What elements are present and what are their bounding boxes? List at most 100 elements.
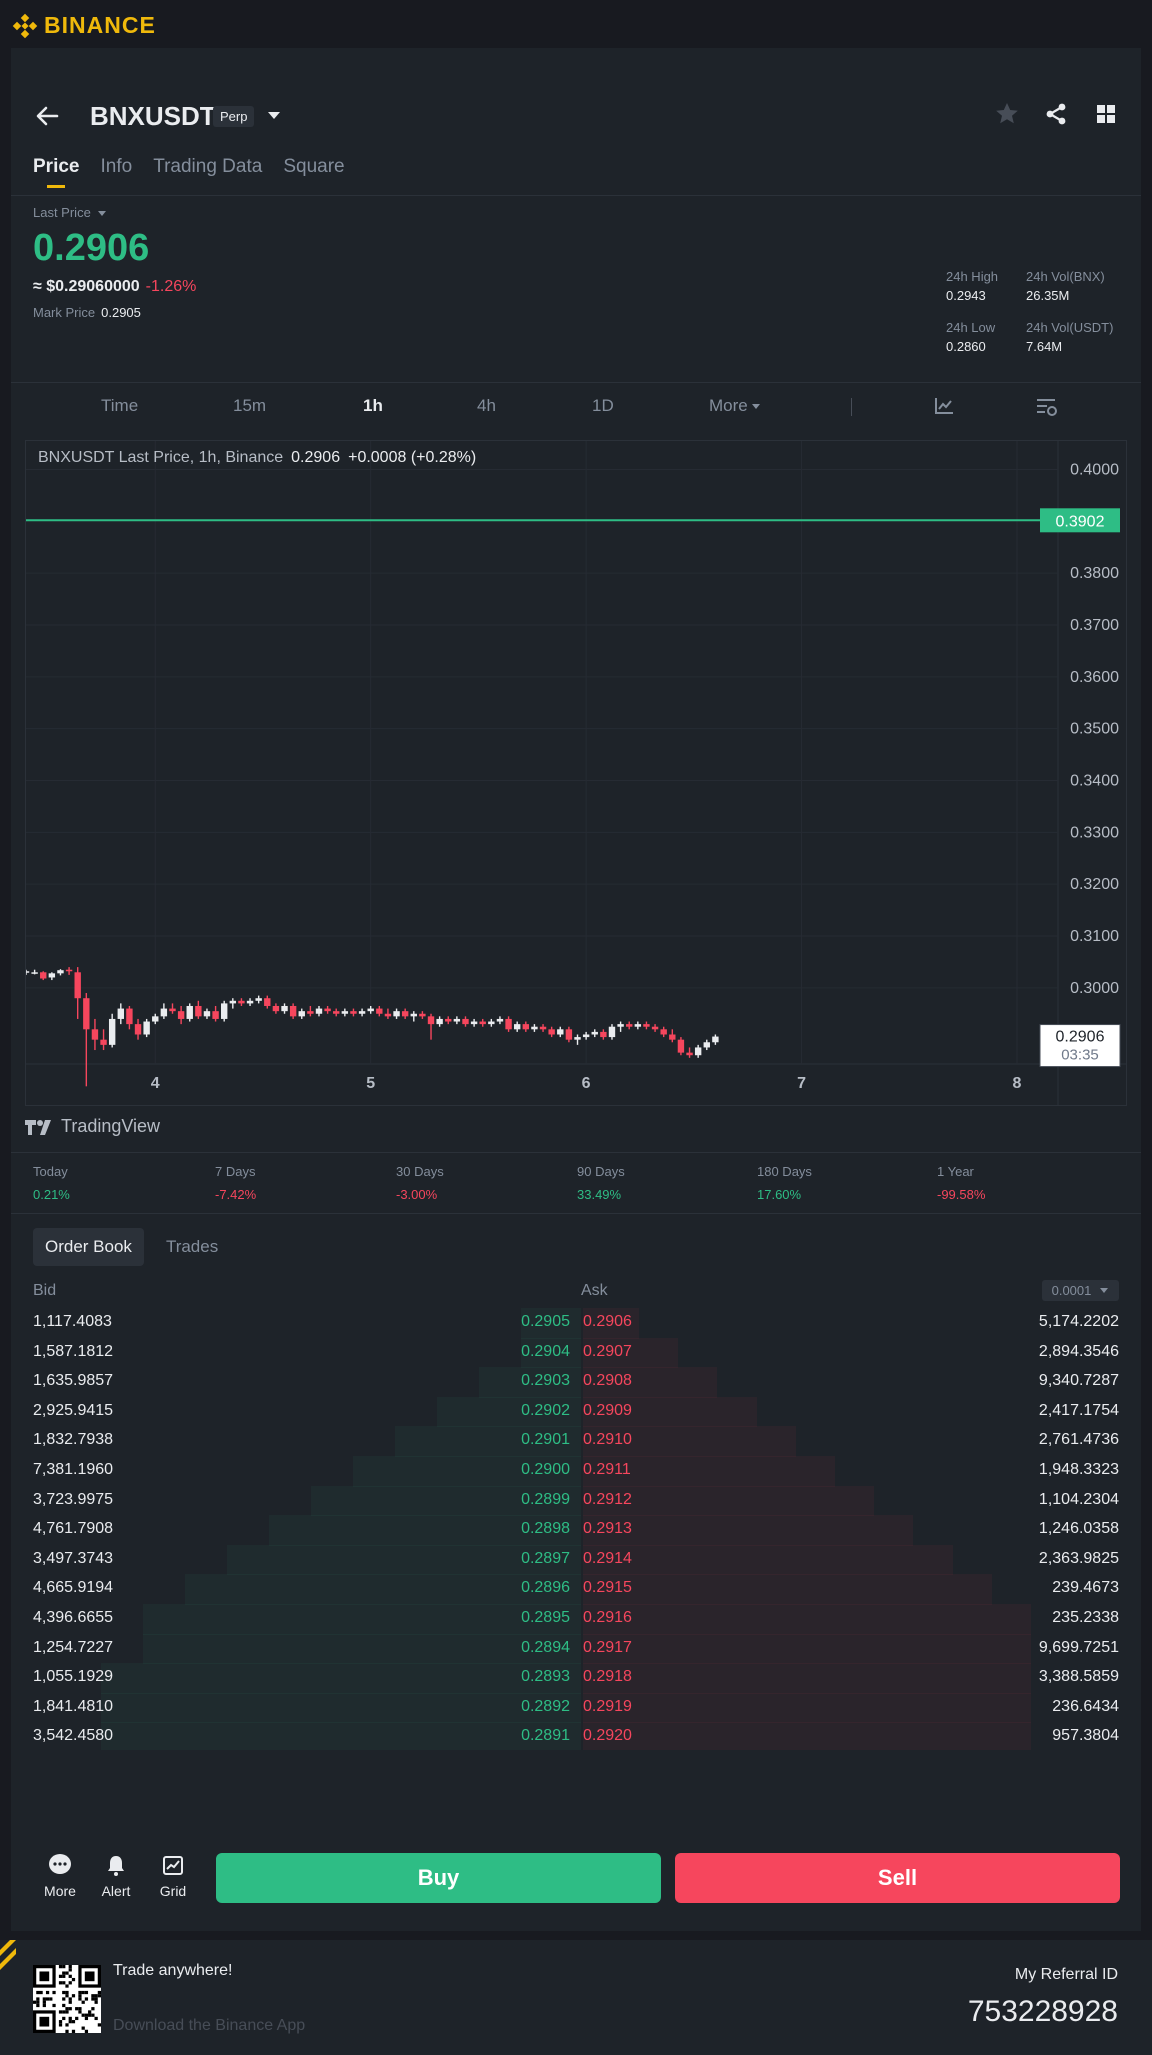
- candle-body: [496, 1018, 504, 1022]
- qr-module: [62, 1974, 66, 1978]
- chart-legend: BNXUSDT Last Price, 1h, Binance 0.2906 +0.…: [38, 449, 476, 467]
- tab-trades[interactable]: Trades: [154, 1228, 230, 1266]
- ask-price[interactable]: 0.2909: [583, 1402, 632, 1420]
- qr-module: [62, 1965, 66, 1969]
- interval-1h[interactable]: 1h: [363, 396, 383, 416]
- bid-quantity: 1,832.7938: [33, 1431, 114, 1449]
- bid-price[interactable]: 0.2903: [521, 1372, 570, 1390]
- ask-quantity: 235.2338: [1052, 1609, 1119, 1626]
- bid-price[interactable]: 0.2891: [521, 1727, 570, 1745]
- tab-info[interactable]: Info: [100, 156, 132, 188]
- qr-module: [94, 2000, 98, 2004]
- tab-trading-data[interactable]: Trading Data: [153, 156, 262, 188]
- ask-price[interactable]: 0.2906: [583, 1313, 632, 1331]
- bid-price[interactable]: 0.2905: [521, 1313, 570, 1331]
- perf-30d: 30 Days -3.00%: [396, 1164, 444, 1202]
- interval-4h[interactable]: 4h: [477, 396, 496, 416]
- ask-price[interactable]: 0.2917: [583, 1639, 632, 1657]
- ask-price[interactable]: 0.2919: [583, 1698, 632, 1716]
- interval-15m[interactable]: 15m: [233, 396, 266, 416]
- back-arrow-icon[interactable]: [33, 102, 61, 130]
- ask-price[interactable]: 0.2920: [583, 1727, 632, 1745]
- bid-price[interactable]: 0.2902: [521, 1402, 570, 1420]
- price-change: -1.26%: [145, 278, 197, 295]
- orderbook-row[interactable]: 3,497.3743 0.2897 0.2914 2,363.9825: [33, 1545, 1119, 1575]
- interval-more[interactable]: More: [709, 396, 761, 416]
- ask-price[interactable]: 0.2918: [583, 1668, 632, 1686]
- bid-price[interactable]: 0.2904: [521, 1343, 570, 1361]
- grid-bot-button[interactable]: Grid: [148, 1853, 198, 1899]
- chat-dots-icon: [49, 1854, 71, 1874]
- perp-badge: Perp: [213, 106, 255, 127]
- bid-price[interactable]: 0.2894: [521, 1639, 570, 1657]
- candle-body: [660, 1029, 667, 1035]
- price-chart[interactable]: 0.4000 0.3800 0.3700 0.3600 0.3500 0.3400 0.33…: [25, 440, 1127, 1106]
- trade-anywhere-text: Trade anywhere!: [113, 1962, 233, 1979]
- bid-price[interactable]: 0.2896: [521, 1579, 570, 1597]
- more-button[interactable]: More: [35, 1853, 85, 1899]
- sell-button[interactable]: Sell: [675, 1853, 1120, 1903]
- ask-price[interactable]: 0.2913: [583, 1520, 632, 1538]
- orderbook-row[interactable]: 1,254.7227 0.2894 0.2917 9,699.7251: [33, 1634, 1119, 1664]
- bid-price[interactable]: 0.2899: [521, 1491, 570, 1509]
- bid-price[interactable]: 0.2897: [521, 1550, 570, 1568]
- qr-code[interactable]: [33, 1965, 101, 2033]
- orderbook-row[interactable]: 3,542.4580 0.2891 0.2920 957.3804: [33, 1722, 1119, 1750]
- ask-price[interactable]: 0.2912: [583, 1491, 632, 1509]
- orderbook-row[interactable]: 1,841.4810 0.2892 0.2919 236.6434: [33, 1693, 1119, 1723]
- ask-price[interactable]: 0.2916: [583, 1609, 632, 1627]
- main-tabs: Price Info Trading Data Square: [33, 156, 345, 188]
- tab-order-book[interactable]: Order Book: [33, 1228, 144, 1266]
- share-icon[interactable]: [1041, 99, 1071, 129]
- orderbook-row[interactable]: 1,832.7938 0.2901 0.2910 2,761.4736: [33, 1426, 1119, 1456]
- candlestick-chart: 0.4000 0.3800 0.3700 0.3600 0.3500 0.3400 0.33…: [26, 441, 1126, 1105]
- bid-price[interactable]: 0.2900: [521, 1461, 570, 1479]
- ask-price[interactable]: 0.2915: [583, 1579, 632, 1597]
- buy-button[interactable]: Buy: [216, 1853, 661, 1903]
- bid-price[interactable]: 0.2898: [521, 1520, 570, 1538]
- orderbook-row[interactable]: 1,117.4083 0.2905 0.2906 5,174.2202: [33, 1308, 1119, 1338]
- bid-price[interactable]: 0.2893: [521, 1668, 570, 1686]
- orderbook-row[interactable]: 7,381.1960 0.2900 0.2911 1,948.3323: [33, 1456, 1119, 1486]
- indicator-icon[interactable]: [933, 396, 955, 416]
- orderbook-row[interactable]: 4,665.9194 0.2896 0.2915 239.4673: [33, 1574, 1119, 1604]
- orderbook-row[interactable]: 1,635.9857 0.2903 0.2908 9,340.7287: [33, 1367, 1119, 1397]
- tab-square[interactable]: Square: [283, 156, 344, 188]
- symbol-title[interactable]: BNXUSDT: [90, 101, 216, 132]
- ask-price[interactable]: 0.2908: [583, 1372, 632, 1390]
- ask-quantity: 9,340.7287: [1038, 1372, 1119, 1390]
- qr-module: [42, 1997, 46, 2001]
- ask-price[interactable]: 0.2911: [583, 1461, 631, 1479]
- bid-price[interactable]: 0.2895: [521, 1609, 570, 1627]
- download-app-link[interactable]: Download the Binance App: [113, 2017, 305, 2035]
- candle-body: [505, 1018, 512, 1030]
- tab-price[interactable]: Price: [33, 156, 79, 188]
- caret-down-icon[interactable]: [265, 106, 283, 124]
- interval-1d[interactable]: 1D: [592, 396, 614, 416]
- star-icon[interactable]: [992, 99, 1022, 129]
- grid-icon[interactable]: [1091, 99, 1121, 129]
- tradingview-attribution[interactable]: TradingView: [25, 1116, 160, 1137]
- orderbook-row[interactable]: 1,055.1929 0.2893 0.2918 3,388.5859: [33, 1663, 1119, 1693]
- chart-settings-icon[interactable]: [1035, 396, 1059, 418]
- orderbook-row[interactable]: 3,723.9975 0.2899 0.2912 1,104.2304: [33, 1486, 1119, 1516]
- ask-quantity: 2,363.9825: [1038, 1549, 1119, 1567]
- ask-price[interactable]: 0.2910: [583, 1431, 632, 1449]
- bid-price[interactable]: 0.2901: [521, 1431, 570, 1449]
- orderbook-row[interactable]: 4,761.7908 0.2898 0.2913 1,246.0358: [33, 1515, 1119, 1545]
- ask-price[interactable]: 0.2907: [583, 1343, 632, 1361]
- last-price-selector[interactable]: Last Price: [33, 205, 107, 220]
- candle-body: [384, 1013, 392, 1017]
- orderbook-row[interactable]: 2,925.9415 0.2902 0.2909 2,417.1754: [33, 1397, 1119, 1427]
- ask-price[interactable]: 0.2914: [583, 1550, 632, 1568]
- current-price-label: 0.2906: [1056, 1029, 1105, 1046]
- alert-button[interactable]: Alert: [91, 1853, 141, 1899]
- precision-selector[interactable]: 0.0001: [1041, 1280, 1119, 1301]
- orderbook-row[interactable]: 1,587.1812 0.2904 0.2907 2,894.3546: [33, 1338, 1119, 1368]
- binance-logo[interactable]: BINANCE: [12, 12, 156, 39]
- bid-price[interactable]: 0.2892: [521, 1698, 570, 1716]
- chart-legend-change: +0.0008 (+0.28%): [348, 449, 477, 466]
- qr-module: [33, 2000, 37, 2004]
- orderbook-row[interactable]: 4,396.6655 0.2895 0.2916 235.2338: [33, 1604, 1119, 1634]
- interval-time[interactable]: Time: [101, 396, 138, 416]
